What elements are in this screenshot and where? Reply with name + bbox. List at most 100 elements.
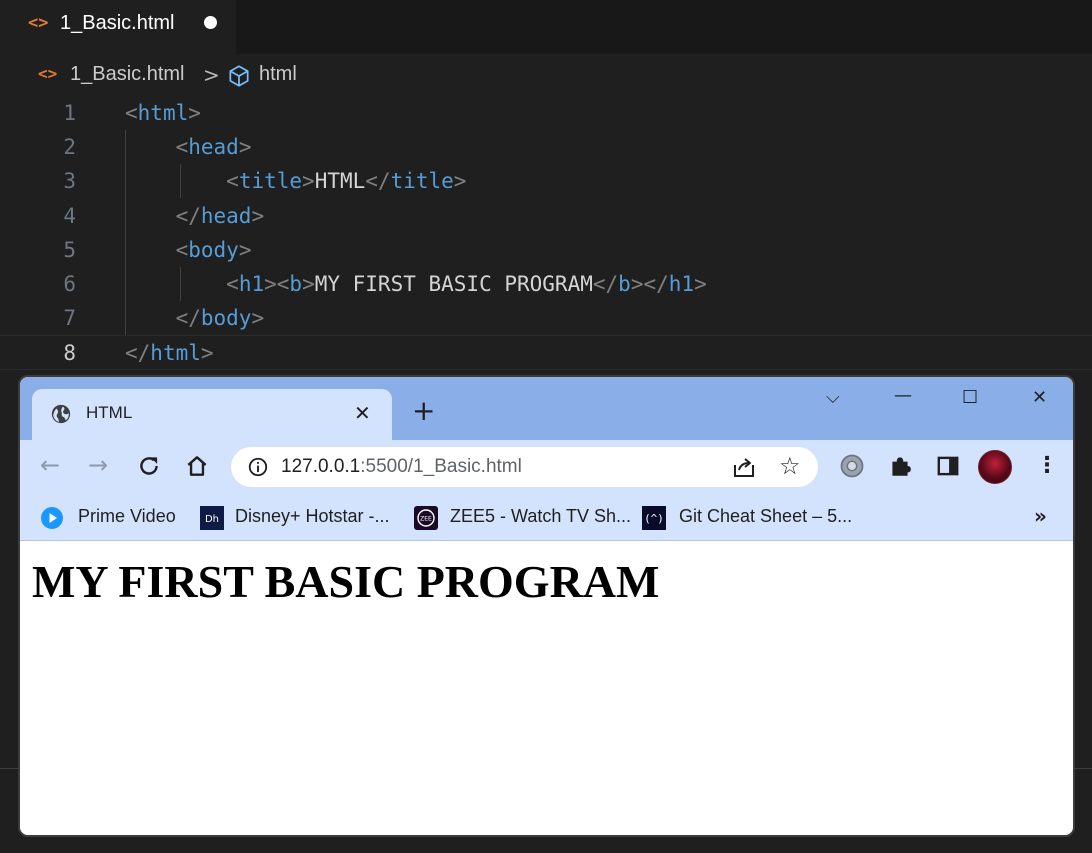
tag-bracket: > (251, 203, 265, 228)
tag-name: body (188, 237, 239, 262)
tag-bracket: </ (592, 271, 619, 296)
tag-bracket: </ (175, 306, 201, 331)
tag-bracket: >< (264, 271, 290, 296)
code-text: <body> (125, 233, 252, 267)
breadcrumb-symbol[interactable]: html (259, 63, 297, 86)
code-line[interactable]: 1 <html> (0, 96, 1092, 130)
address-bar[interactable]: 127.0.0.1:5500/1_Basic.html ☆ (231, 447, 818, 487)
browser-toolbar: ← → 127.0.0.1:5500/1_Basic.html ☆ ⋮ (20, 440, 1073, 494)
bookmark-zee5[interactable]: ZEE5 - Watch TV Sh... (450, 506, 631, 527)
svg-text:Dh: Dh (205, 514, 219, 525)
tag-name: html (137, 101, 189, 125)
share-icon[interactable] (731, 455, 757, 479)
editor-tab-filename: 1_Basic.html (60, 12, 175, 34)
code-text: <html> (125, 96, 201, 130)
url-text[interactable]: 127.0.0.1:5500/1_Basic.html (281, 456, 522, 478)
site-info-icon[interactable] (247, 456, 269, 478)
extension-gear-icon[interactable] (838, 452, 866, 480)
line-number: 5 (63, 237, 76, 262)
tag-name: title (238, 169, 303, 194)
line-number: 3 (63, 169, 76, 194)
tag-name: title (390, 169, 454, 194)
code-line[interactable]: 7 </body> (0, 301, 1092, 335)
tag-name: h1 (668, 271, 695, 296)
code-line[interactable]: 6 <h1><b>MY FIRST BASIC PROGRAM</b></h1> (0, 267, 1092, 301)
bookmarks-overflow-icon[interactable]: » (1034, 504, 1047, 528)
url-path: :5500/1_Basic.html (360, 456, 522, 477)
tag-bracket: > (188, 101, 201, 125)
tag-name: head (188, 135, 239, 160)
tag-bracket: < (175, 135, 189, 160)
line-number: 1 (63, 101, 76, 125)
code-text: <head> (125, 130, 252, 164)
side-panel-icon[interactable] (935, 453, 961, 479)
code-text: <title>HTML</title> (125, 164, 466, 198)
browser-title-bar: HTML ✕ + ⌵ — ☐ ✕ (20, 377, 1073, 440)
browser-window: HTML ✕ + ⌵ — ☐ ✕ ← → 127.0.0.1:5500/1_Ba… (18, 375, 1075, 837)
tag-name: head (200, 203, 252, 228)
tab-close-icon[interactable]: ✕ (354, 401, 371, 425)
line-number: 7 (63, 306, 76, 331)
git-cheat-sheet-icon: (^) (642, 506, 666, 530)
line-number: 6 (63, 271, 76, 296)
tag-bracket: > (200, 341, 214, 366)
code-text: </body> (125, 301, 265, 335)
back-icon[interactable]: ← (40, 453, 60, 477)
maximize-button[interactable]: ☐ (962, 387, 978, 408)
tag-bracket: </ (175, 203, 201, 228)
extensions-puzzle-icon[interactable] (887, 453, 913, 479)
tag-bracket: > (694, 271, 707, 296)
bookmark-star-icon[interactable]: ☆ (779, 452, 801, 480)
tab-search-icon[interactable]: ⌵ (826, 387, 840, 408)
hotstar-icon: Dh (200, 506, 224, 530)
tag-name: b (289, 271, 303, 296)
home-icon[interactable] (184, 453, 210, 479)
more-menu-icon[interactable]: ⋮ (1036, 453, 1058, 478)
browser-tab-title: HTML (86, 403, 133, 422)
page-viewport: MY FIRST BASIC PROGRAM (20, 541, 1073, 835)
zee5-icon: ZEE (414, 506, 438, 530)
bookmark-prime-video[interactable]: Prime Video (78, 506, 176, 527)
bookmark-git-cheat-sheet[interactable]: Git Cheat Sheet – 5... (679, 506, 852, 527)
tag-name: html (150, 341, 201, 366)
profile-avatar[interactable] (978, 450, 1012, 484)
browser-tab[interactable]: HTML ✕ (32, 389, 392, 440)
tag-name: h1 (238, 271, 265, 296)
tag-bracket: < (125, 101, 138, 125)
line-number: 2 (63, 135, 76, 160)
code-line[interactable]: 4 </head> (0, 199, 1092, 233)
code-text: </html> (125, 336, 214, 370)
html-file-icon: <> (38, 64, 58, 83)
code-text: </head> (125, 199, 265, 233)
code-line[interactable]: 8 </html> (0, 335, 1092, 370)
code-line[interactable]: 3 <title>HTML</title> (0, 164, 1092, 198)
code-line[interactable]: 2 <head> (0, 130, 1092, 164)
new-tab-button[interactable]: + (412, 397, 435, 425)
bookmarks-bar: Prime Video Dh Disney+ Hotstar -... ZEE … (20, 494, 1073, 541)
prime-video-icon (41, 507, 63, 529)
tag-bracket: </ (125, 341, 151, 366)
tag-bracket: > (453, 169, 467, 194)
bookmark-hotstar[interactable]: Disney+ Hotstar -... (235, 506, 390, 527)
svg-text:(^): (^) (644, 512, 664, 525)
editor-tab[interactable]: <> 1_Basic.html (0, 0, 236, 54)
unsaved-dot-icon[interactable] (204, 16, 217, 29)
globe-icon (51, 404, 71, 424)
panel-divider (0, 768, 18, 769)
html-file-icon: <> (28, 13, 49, 33)
tag-name: body (200, 306, 252, 331)
tag-bracket: </ (365, 169, 391, 194)
close-window-button[interactable]: ✕ (1032, 387, 1047, 408)
breadcrumb-file[interactable]: 1_Basic.html (70, 63, 185, 86)
minimize-button[interactable]: — (894, 385, 912, 406)
url-host: 127.0.0.1 (281, 456, 361, 477)
code-line[interactable]: 5 <body> (0, 233, 1092, 267)
tag-bracket: > (238, 135, 252, 160)
code-editor[interactable]: 1 <html> 2 <head> 3 <title>HTML</title> 4 </… (0, 96, 1092, 370)
forward-icon[interactable]: → (88, 453, 108, 477)
reload-icon[interactable] (136, 453, 162, 479)
